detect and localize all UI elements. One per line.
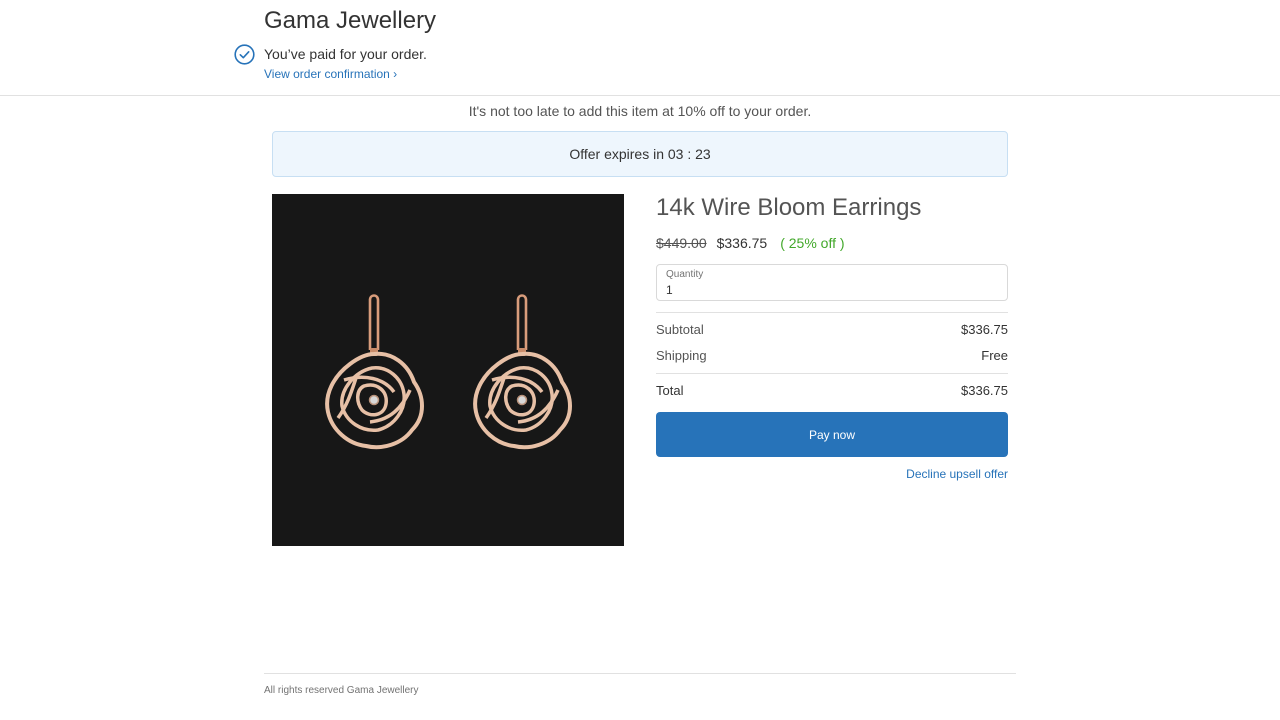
subtotal-row: Subtotal $336.75 <box>656 322 1008 338</box>
footer-copyright: All rights reserved Gama Jewellery <box>264 685 419 696</box>
offer-timer-banner: Offer expires in 03 : 23 <box>272 131 1008 177</box>
store-name: Gama Jewellery <box>264 7 437 34</box>
quantity-input[interactable] <box>666 283 986 297</box>
total-label: Total <box>656 383 684 398</box>
quantity-field[interactable]: Quantity <box>656 264 1008 301</box>
subtotal-label: Subtotal <box>656 322 704 337</box>
total-row: Total $336.75 <box>656 383 1008 399</box>
offer-timer-text: Offer expires in 03 : 23 <box>569 146 711 162</box>
footer-divider <box>264 673 1016 674</box>
pay-now-button[interactable]: Pay now <box>656 412 1008 457</box>
payment-status-message: You’ve paid for your order. <box>264 46 427 62</box>
shipping-value: Free <box>981 348 1008 363</box>
original-price: $449.00 <box>656 235 707 251</box>
decline-upsell-link[interactable]: Decline upsell offer <box>656 466 1008 482</box>
discount-badge: ( 25% off ) <box>780 235 845 251</box>
shipping-row: Shipping Free <box>656 348 1008 364</box>
checkmark-circle-icon <box>234 44 255 65</box>
earrings-image-icon <box>325 294 572 450</box>
quantity-label: Quantity <box>666 269 704 280</box>
summary-divider-top <box>656 312 1008 313</box>
sale-price: $336.75 <box>716 235 768 251</box>
product-title: 14k Wire Bloom Earrings <box>656 194 922 221</box>
summary-divider-bottom <box>656 373 1008 374</box>
upsell-message: It's not too late to add this item at 10… <box>468 103 812 119</box>
product-image <box>272 194 624 546</box>
price-row: $449.00 $336.75 ( 25% off ) <box>656 234 845 252</box>
subtotal-value: $336.75 <box>961 322 1008 337</box>
total-value: $336.75 <box>961 383 1008 398</box>
view-order-confirmation-link[interactable]: View order confirmation › <box>264 66 397 82</box>
page-header: Gama Jewellery You’ve paid for your orde… <box>0 0 1280 96</box>
shipping-label: Shipping <box>656 348 707 363</box>
